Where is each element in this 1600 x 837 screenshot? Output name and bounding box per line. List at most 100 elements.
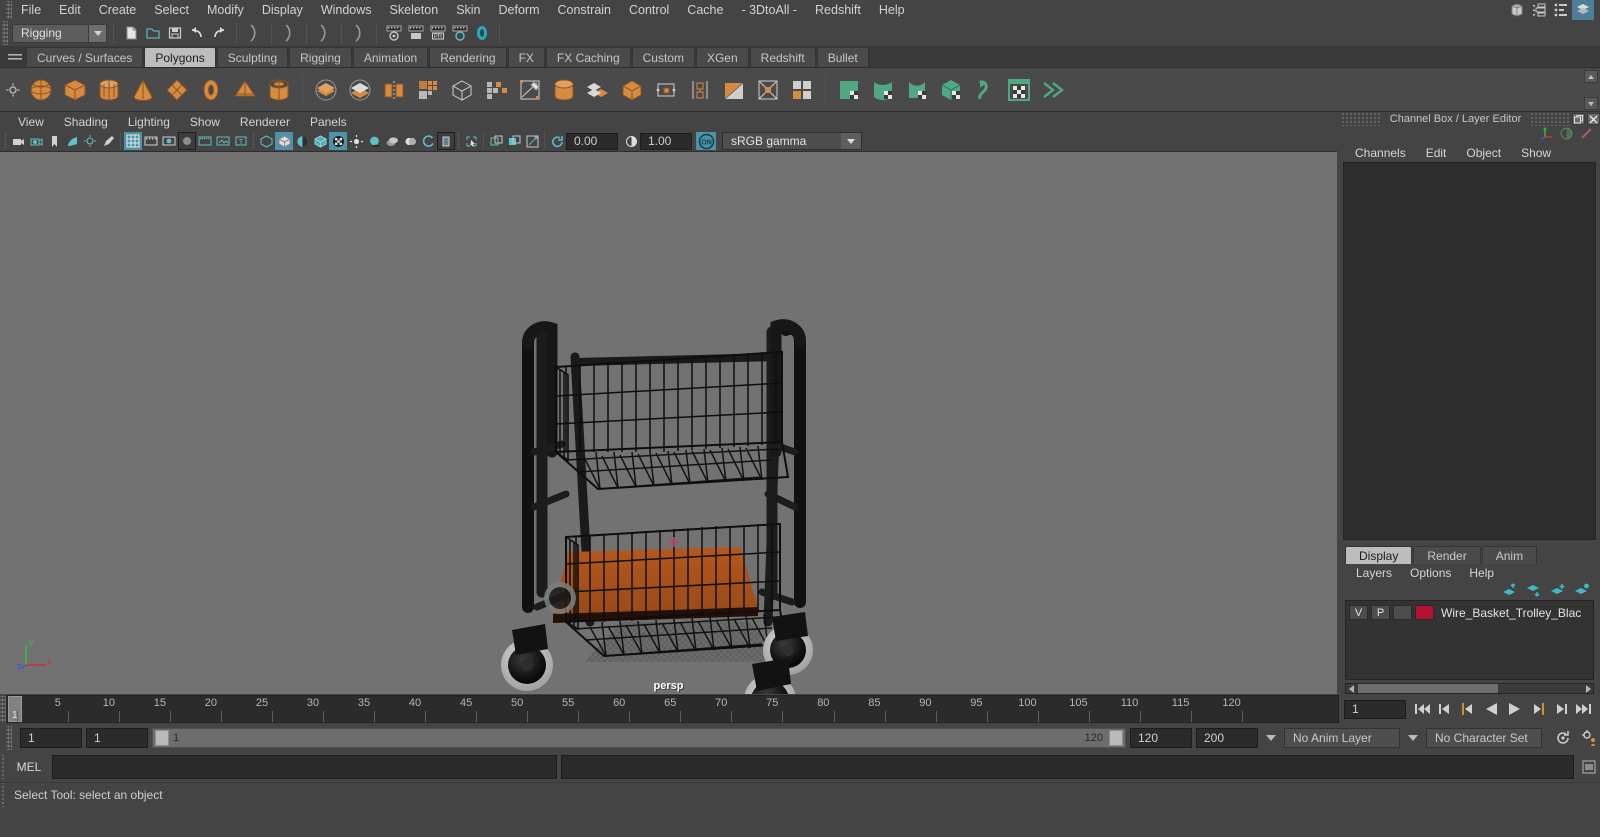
- menu-create[interactable]: Create: [90, 1, 146, 19]
- combine-icon[interactable]: [377, 73, 411, 107]
- menu-3dtoall[interactable]: - 3DtoAll -: [732, 1, 806, 19]
- extract-icon[interactable]: [445, 73, 479, 107]
- image-plane-icon[interactable]: [63, 132, 81, 150]
- tool-settings-icon[interactable]: [1550, 0, 1572, 21]
- film-gate-icon[interactable]: [142, 132, 160, 150]
- open-scene-icon[interactable]: [142, 22, 164, 44]
- shelf-tab-redshift[interactable]: Redshift: [749, 47, 816, 67]
- anim-layer-dropdown-arrow[interactable]: [1262, 728, 1280, 748]
- chevron-down-icon[interactable]: [841, 133, 861, 149]
- script-editor-icon[interactable]: [1578, 756, 1600, 778]
- menu-skin[interactable]: Skin: [447, 1, 489, 19]
- command-language-label[interactable]: MEL: [6, 760, 52, 774]
- layer-tab-render[interactable]: Render: [1413, 546, 1481, 564]
- uv-cut-icon[interactable]: [1036, 73, 1070, 107]
- wireframe-icon[interactable]: [257, 132, 275, 150]
- channel-box-layer-editor-icon[interactable]: [1572, 0, 1594, 21]
- snap-grid-icon[interactable]: [383, 22, 405, 44]
- new-scene-icon[interactable]: [120, 22, 142, 44]
- mirror-icon[interactable]: [547, 73, 581, 107]
- resolution-gate-icon[interactable]: [160, 132, 178, 150]
- shaded-wireframe-icon[interactable]: [311, 132, 329, 150]
- lighting-icon[interactable]: [347, 132, 365, 150]
- menu-select[interactable]: Select: [145, 1, 198, 19]
- half-sphere-icon[interactable]: [1559, 126, 1574, 144]
- shelf-options-icon[interactable]: [2, 83, 24, 97]
- ao-icon[interactable]: [383, 132, 401, 150]
- diagonal-icon[interactable]: [1579, 126, 1594, 144]
- panel-menu-shading[interactable]: Shading: [54, 114, 118, 130]
- channel-box-menu-edit[interactable]: Edit: [1416, 146, 1457, 160]
- play-backwards-icon[interactable]: [1480, 698, 1502, 720]
- menu-set-selector[interactable]: Rigging: [12, 23, 107, 43]
- quad-draw-icon[interactable]: [717, 73, 751, 107]
- boolean-difference-icon[interactable]: [343, 73, 377, 107]
- animation-start-field[interactable]: 1: [20, 728, 82, 748]
- color-transform-selector[interactable]: sRGB gamma: [722, 132, 862, 150]
- bevel-icon[interactable]: [581, 73, 615, 107]
- sculpt-icon[interactable]: [751, 73, 785, 107]
- character-set-selector[interactable]: No Character Set: [1426, 728, 1542, 748]
- menu-help[interactable]: Help: [870, 1, 914, 19]
- save-scene-icon[interactable]: [164, 22, 186, 44]
- range-slider-bar[interactable]: 1 120: [152, 728, 1126, 748]
- layer-list[interactable]: V P Wire_Basket_Trolley_Blac: [1345, 600, 1594, 680]
- hud-icon[interactable]: T: [232, 132, 250, 150]
- uv-editor-icon[interactable]: [1002, 73, 1036, 107]
- exposure-reset-icon[interactable]: [548, 132, 566, 150]
- poly-plane-icon[interactable]: [160, 73, 194, 107]
- shelf-tab-fx-caching[interactable]: FX Caching: [545, 47, 631, 67]
- uv-layout-icon[interactable]: [785, 73, 819, 107]
- construction-history-icon[interactable]: [471, 22, 493, 44]
- aa-icon[interactable]: [419, 132, 437, 150]
- poly-pyramid-icon[interactable]: [228, 73, 262, 107]
- layer-menu-options[interactable]: Options: [1401, 566, 1460, 580]
- character-set-dropdown-arrow[interactable]: [1404, 728, 1422, 748]
- shelf-tab-fx[interactable]: FX: [507, 47, 545, 67]
- attribute-editor-icon[interactable]: [1528, 0, 1550, 21]
- shelf-tab-rendering[interactable]: Rendering: [429, 47, 507, 67]
- isolate-select-icon[interactable]: [462, 132, 480, 150]
- camera-attributes-icon[interactable]: [27, 132, 45, 150]
- snap-projected-icon[interactable]: [449, 22, 471, 44]
- go-to-end-icon[interactable]: [1572, 698, 1594, 720]
- shelf-tab-xgen[interactable]: XGen: [695, 47, 749, 67]
- snap-point-icon[interactable]: PR: [427, 22, 449, 44]
- shelf-tab-polygons[interactable]: Polygons: [144, 47, 216, 67]
- chevron-down-icon[interactable]: [88, 24, 106, 42]
- undock-icon[interactable]: [1572, 113, 1585, 125]
- uv-cylindrical-icon[interactable]: [866, 73, 900, 107]
- uv-spherical-icon[interactable]: [900, 73, 934, 107]
- image-plane-display-icon[interactable]: [214, 132, 232, 150]
- auto-keyframe-icon[interactable]: [1552, 727, 1574, 749]
- smooth-proxy-icon[interactable]: [615, 73, 649, 107]
- multi-cut-icon[interactable]: [479, 73, 513, 107]
- range-end-field[interactable]: 120: [1130, 728, 1192, 748]
- scroll-left-arrow-icon[interactable]: [1346, 684, 1357, 693]
- new-layer-from-selected-icon[interactable]: [1574, 583, 1590, 600]
- step-forward-key-icon[interactable]: [1549, 698, 1571, 720]
- shadows-icon[interactable]: [365, 132, 383, 150]
- perspective-viewport[interactable]: y x z persp: [0, 151, 1337, 694]
- close-icon[interactable]: [1587, 113, 1600, 125]
- shelf-tab-curves-surfaces[interactable]: Curves / Surfaces: [26, 47, 144, 67]
- panel-drag-dots-left[interactable]: [1341, 112, 1381, 126]
- menu-modify[interactable]: Modify: [198, 1, 253, 19]
- menu-windows[interactable]: Windows: [312, 1, 381, 19]
- menu-file[interactable]: File: [12, 1, 50, 19]
- channel-box-menu-channels[interactable]: Channels: [1345, 146, 1416, 160]
- bridge-icon[interactable]: [649, 73, 683, 107]
- snap-curve-icon[interactable]: [405, 22, 427, 44]
- panel-drag-dots-right[interactable]: [1530, 112, 1570, 126]
- panel-menu-show[interactable]: Show: [180, 114, 230, 130]
- menu-skeleton[interactable]: Skeleton: [381, 1, 448, 19]
- wire-basket-trolley-model[interactable]: [0, 152, 1337, 694]
- film-origin-icon[interactable]: [196, 132, 214, 150]
- shelf-tab-bullet[interactable]: Bullet: [816, 47, 869, 67]
- status-line-gripper[interactable]: [2, 21, 8, 45]
- gate-mask-icon[interactable]: [178, 132, 196, 150]
- redo-icon[interactable]: [208, 22, 230, 44]
- modeling-toolkit-icon[interactable]: [1506, 0, 1528, 21]
- layer-menu-help[interactable]: Help: [1460, 566, 1503, 580]
- gamma-reset-icon[interactable]: [622, 132, 640, 150]
